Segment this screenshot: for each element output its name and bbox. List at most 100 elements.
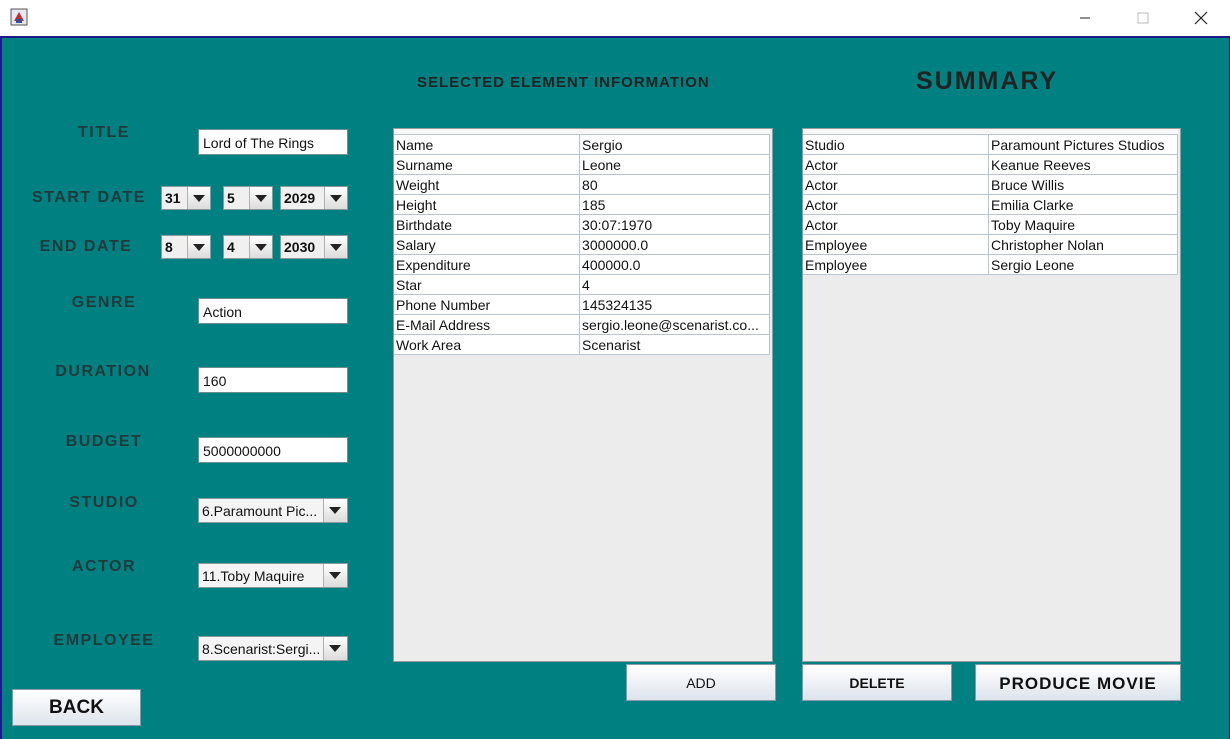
- java-app-icon: [10, 8, 28, 26]
- table-cell-value: Emilia Clarke: [988, 194, 1178, 215]
- employee-select[interactable]: 8.Scenarist:Sergi...: [198, 636, 348, 661]
- duration-input[interactable]: 160: [198, 367, 348, 393]
- table-cell-key: Work Area: [394, 334, 581, 355]
- summary-grid: Studio Paramount Pictures Studios Actor Kea…: [803, 135, 1178, 275]
- selected-info-heading: SELECTED ELEMENT INFORMATION: [417, 74, 710, 91]
- actor-label: ACTOR: [71, 558, 137, 575]
- table-cell-value: 4: [579, 274, 770, 295]
- minimize-icon[interactable]: [1062, 4, 1108, 32]
- end-day-select[interactable]: 8: [161, 235, 211, 259]
- table-row[interactable]: Surname Leone: [394, 154, 770, 175]
- table-cell-key: Employee: [803, 234, 990, 255]
- table-cell-key: Phone Number: [394, 294, 581, 315]
- table-cell-key: Actor: [803, 214, 990, 235]
- table-row[interactable]: Studio Paramount Pictures Studios: [803, 135, 1178, 155]
- studio-value: 6.Paramount Pic...: [202, 503, 318, 519]
- start-year-value: 2029: [284, 190, 316, 206]
- table-cell-key: Salary: [394, 234, 581, 255]
- end-month-value: 4: [227, 239, 235, 255]
- table-row[interactable]: Weight 80: [394, 174, 770, 195]
- chevron-down-icon: [324, 187, 347, 209]
- table-cell-value: 185: [579, 194, 770, 215]
- chevron-down-icon: [249, 236, 272, 258]
- end-year-value: 2030: [284, 239, 316, 255]
- chevron-down-icon: [323, 564, 347, 587]
- table-cell-key: Actor: [803, 174, 990, 195]
- studio-select[interactable]: 6.Paramount Pic...: [198, 498, 348, 523]
- start-date-label: START DATE: [32, 189, 146, 206]
- close-icon[interactable]: [1178, 4, 1224, 32]
- table-cell-value: 30:07:1970: [579, 214, 770, 235]
- table-row[interactable]: Expenditure 400000.0: [394, 254, 770, 275]
- table-cell-value: Scenarist: [579, 334, 770, 355]
- table-row[interactable]: Salary 3000000.0: [394, 234, 770, 255]
- table-cell-key: Weight: [394, 174, 581, 195]
- table-cell-value: Bruce Willis: [988, 174, 1178, 195]
- table-cell-value: Keanue Reeves: [988, 154, 1178, 175]
- table-cell-value: 400000.0: [579, 254, 770, 275]
- table-row[interactable]: Height 185: [394, 194, 770, 215]
- start-day-select[interactable]: 31: [161, 186, 211, 210]
- table-row[interactable]: E-Mail Address sergio.leone@scenarist.co.…: [394, 314, 770, 335]
- genre-input[interactable]: Action: [198, 298, 348, 324]
- studio-label: STUDIO: [69, 494, 139, 511]
- end-year-select[interactable]: 2030: [280, 235, 348, 259]
- actor-value: 11.Toby Maquire: [202, 568, 305, 584]
- add-button-label: ADD: [686, 675, 716, 691]
- back-button-label: BACK: [49, 697, 104, 718]
- chevron-down-icon: [249, 187, 272, 209]
- start-year-select[interactable]: 2029: [280, 186, 348, 210]
- table-row[interactable]: Star 4: [394, 274, 770, 295]
- table-cell-value: Christopher Nolan: [988, 234, 1178, 255]
- employee-label: EMPLOYEE: [53, 632, 155, 649]
- selected-info-table[interactable]: Name Sergio Surname Leone Weight 80 Height 185 B…: [393, 128, 773, 662]
- summary-heading: SUMMARY: [916, 67, 1059, 95]
- table-cell-value: Toby Maquire: [988, 214, 1178, 235]
- table-row[interactable]: Actor Emilia Clarke: [803, 194, 1178, 215]
- title-label: TITLE: [78, 124, 130, 141]
- back-button[interactable]: BACK: [12, 689, 141, 726]
- table-cell-key: Name: [394, 135, 581, 155]
- table-row[interactable]: Work Area Scenarist: [394, 334, 770, 355]
- table-cell-value: 145324135: [579, 294, 770, 315]
- table-row[interactable]: Phone Number 145324135: [394, 294, 770, 315]
- maximize-icon[interactable]: [1120, 4, 1166, 32]
- produce-movie-button-label: PRODUCE MOVIE: [999, 674, 1157, 693]
- table-cell-key: Expenditure: [394, 254, 581, 275]
- title-input[interactable]: Lord of The Rings: [198, 129, 348, 155]
- table-row[interactable]: Birthdate 30:07:1970: [394, 214, 770, 235]
- actor-select[interactable]: 11.Toby Maquire: [198, 563, 348, 588]
- table-cell-key: Studio: [803, 135, 990, 155]
- table-cell-value: sergio.leone@scenarist.co...: [579, 314, 770, 335]
- table-row[interactable]: Employee Sergio Leone: [803, 254, 1178, 275]
- table-row[interactable]: Employee Christopher Nolan: [803, 234, 1178, 255]
- chevron-down-icon: [323, 637, 347, 660]
- start-day-value: 31: [165, 190, 181, 206]
- table-cell-key: Actor: [803, 194, 990, 215]
- delete-button[interactable]: DELETE: [802, 664, 952, 701]
- add-button[interactable]: ADD: [626, 664, 776, 701]
- end-month-select[interactable]: 4: [223, 235, 273, 259]
- selected-info-grid: Name Sergio Surname Leone Weight 80 Height 185 B…: [394, 135, 770, 355]
- table-row[interactable]: Name Sergio: [394, 135, 770, 155]
- employee-value: 8.Scenarist:Sergi...: [202, 641, 321, 657]
- end-date-label: END DATE: [39, 238, 133, 255]
- chevron-down-icon: [324, 236, 347, 258]
- table-cell-value: Sergio Leone: [988, 254, 1178, 275]
- table-cell-key: Height: [394, 194, 581, 215]
- start-month-value: 5: [227, 190, 235, 206]
- start-month-select[interactable]: 5: [223, 186, 273, 210]
- table-cell-key: Star: [394, 274, 581, 295]
- budget-input[interactable]: 5000000000: [198, 437, 348, 463]
- table-cell-value: 80: [579, 174, 770, 195]
- produce-movie-button[interactable]: PRODUCE MOVIE: [975, 664, 1181, 701]
- end-day-value: 8: [165, 239, 173, 255]
- table-cell-value: 3000000.0: [579, 234, 770, 255]
- summary-table[interactable]: Studio Paramount Pictures Studios Actor Kea…: [802, 128, 1181, 662]
- table-cell-value: Sergio: [579, 135, 770, 155]
- table-row[interactable]: Actor Bruce Willis: [803, 174, 1178, 195]
- table-row[interactable]: Actor Toby Maquire: [803, 214, 1178, 235]
- table-row[interactable]: Actor Keanue Reeves: [803, 154, 1178, 175]
- window-title-bar: [0, 0, 1230, 36]
- table-cell-key: Employee: [803, 254, 990, 275]
